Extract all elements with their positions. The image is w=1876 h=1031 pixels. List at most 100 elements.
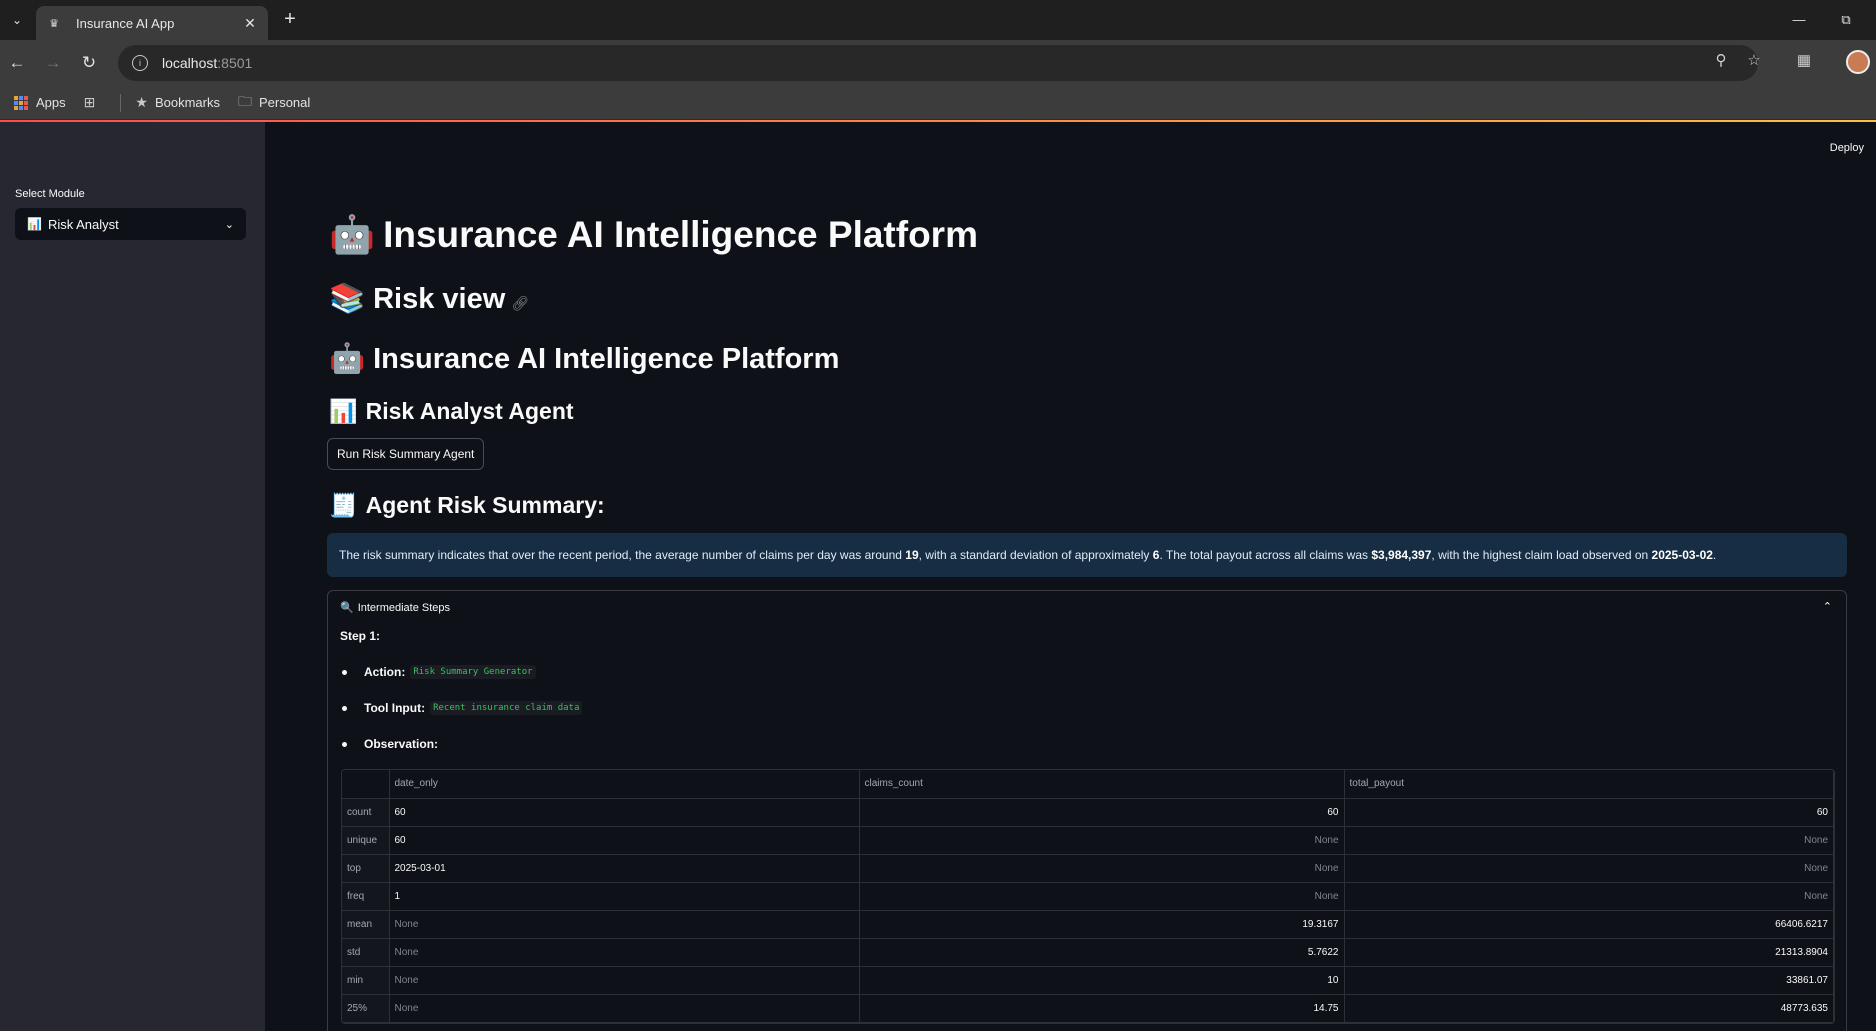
table-cell[interactable]: 66406.6217 bbox=[1344, 910, 1834, 939]
table-cell[interactable]: None bbox=[1344, 882, 1834, 911]
table-cell[interactable]: 1 bbox=[389, 882, 860, 911]
bullet-dot bbox=[342, 669, 347, 675]
bookmark-apps[interactable]: Apps bbox=[14, 95, 66, 110]
summary-text: . bbox=[1712, 548, 1717, 562]
site-info-icon[interactable]: i bbox=[132, 55, 148, 71]
table-row: min None 10 33861.07 bbox=[342, 966, 1834, 995]
expander-label: Intermediate Steps bbox=[357, 601, 451, 614]
star-icon: ★ bbox=[135, 94, 148, 110]
folder-icon: 🗀 bbox=[237, 92, 252, 109]
close-tab-icon[interactable]: ✕ bbox=[242, 15, 258, 32]
table-cell[interactable]: 33861.07 bbox=[1344, 966, 1834, 995]
table-cell[interactable]: 19.3167 bbox=[859, 910, 1345, 939]
tab-list-chevron-icon[interactable]: ⌄ bbox=[6, 9, 28, 31]
bookmark-bookmarks[interactable]: ★ Bookmarks bbox=[135, 94, 220, 111]
risk-view-heading: 📚 Risk view 🔗︎ bbox=[329, 282, 529, 316]
dataframe-table: date_only claims_count total_payout coun… bbox=[342, 770, 1834, 1023]
select-module-label: Select Module bbox=[15, 188, 85, 200]
observation-dataframe[interactable]: date_only claims_count total_payout coun… bbox=[341, 769, 1835, 1024]
url-host: localhost bbox=[162, 55, 218, 71]
column-header[interactable] bbox=[342, 770, 390, 799]
table-cell[interactable]: 60 bbox=[859, 798, 1345, 827]
table-cell[interactable]: 10 bbox=[859, 966, 1345, 995]
streamlit-favicon-icon: ♛ bbox=[49, 17, 59, 30]
table-cell[interactable]: 60 bbox=[389, 826, 860, 855]
column-header[interactable]: date_only bbox=[389, 770, 860, 799]
bookmark-personal[interactable]: 🗀 Personal bbox=[238, 91, 310, 115]
row-index-cell[interactable]: unique bbox=[342, 826, 390, 855]
table-cell[interactable]: 21313.8904 bbox=[1344, 938, 1834, 967]
action-value: Risk Summary Generator bbox=[410, 665, 536, 679]
chevron-down-icon: ⌄ bbox=[224, 218, 234, 231]
sidebar: Select Module 📊 Risk Analyst ⌄ bbox=[0, 122, 265, 1031]
table-cell[interactable]: None bbox=[859, 826, 1345, 855]
url-port: :8501 bbox=[217, 55, 253, 71]
row-index-cell[interactable]: count bbox=[342, 798, 390, 827]
expander-header[interactable]: 🔍 Intermediate Steps bbox=[340, 601, 451, 615]
browser-toolbar: ← → ↻ i localhost :8501 ⚲ ☆ ▦ bbox=[0, 40, 1876, 86]
profile-avatar[interactable] bbox=[1846, 50, 1870, 74]
table-cell[interactable]: None bbox=[1344, 854, 1834, 883]
table-cell[interactable]: 5.7622 bbox=[859, 938, 1345, 967]
agent-heading-text: Risk Analyst Agent bbox=[365, 398, 574, 424]
reload-icon[interactable]: ↻ bbox=[78, 52, 100, 74]
tab-groups-icon: ⊞ bbox=[83, 94, 96, 110]
action-item: Action: Risk Summary Generator bbox=[342, 665, 536, 679]
bookmark-apps-label: Apps bbox=[36, 95, 66, 110]
table-cell[interactable]: 48773.635 bbox=[1344, 994, 1834, 1023]
table-cell[interactable]: 60 bbox=[389, 798, 860, 827]
column-header[interactable]: total_payout bbox=[1344, 770, 1834, 799]
deploy-button[interactable]: Deploy bbox=[1830, 142, 1864, 154]
row-index-cell[interactable]: min bbox=[342, 966, 390, 995]
observation-label: Observation: bbox=[364, 737, 439, 751]
extensions-puzzle-icon[interactable]: ▦ bbox=[1793, 50, 1815, 72]
summary-text: , with the highest claim load observed o… bbox=[1431, 548, 1652, 562]
magnifier-icon: 🔍 bbox=[340, 602, 354, 614]
row-index-cell[interactable]: 25% bbox=[342, 994, 390, 1023]
books-emoji-icon: 📚 bbox=[329, 283, 366, 315]
row-index-cell[interactable]: std bbox=[342, 938, 390, 967]
table-row: 25% None 14.75 48773.635 bbox=[342, 994, 1834, 1023]
table-cell[interactable]: 2025-03-01 bbox=[389, 854, 860, 883]
table-row: std None 5.7622 21313.8904 bbox=[342, 938, 1834, 967]
table-cell[interactable]: 60 bbox=[1344, 798, 1834, 827]
bookmark-separator bbox=[120, 93, 122, 112]
table-cell[interactable]: None bbox=[389, 938, 860, 967]
platform-subtitle: 🤖 Insurance AI Intelligence Platform bbox=[329, 342, 839, 376]
table-cell[interactable]: None bbox=[859, 882, 1345, 911]
table-cell[interactable]: 14.75 bbox=[859, 994, 1345, 1023]
column-header[interactable]: claims_count bbox=[859, 770, 1345, 799]
table-cell[interactable]: None bbox=[389, 910, 860, 939]
agent-heading: 📊 Risk Analyst Agent bbox=[329, 398, 574, 425]
forward-arrow-icon[interactable]: → bbox=[42, 52, 64, 74]
tool-input-item: Tool Input: Recent insurance claim data bbox=[342, 701, 583, 715]
browser-tab[interactable]: ♛ Insurance AI App ✕ bbox=[36, 6, 268, 40]
restore-window-icon[interactable]: ⧉ bbox=[1834, 8, 1858, 32]
minimize-icon[interactable]: — bbox=[1787, 8, 1811, 32]
bookmark-bookmarks-label: Bookmarks bbox=[154, 95, 220, 110]
row-index-cell[interactable]: top bbox=[342, 854, 390, 883]
table-cell[interactable]: None bbox=[859, 854, 1345, 883]
summary-avg-claims: 19 bbox=[905, 548, 919, 562]
zoom-icon[interactable]: ⚲ bbox=[1710, 50, 1732, 72]
row-index-cell[interactable]: mean bbox=[342, 910, 390, 939]
table-row: mean None 19.3167 66406.6217 bbox=[342, 910, 1834, 939]
module-select-value: Risk Analyst bbox=[47, 216, 119, 232]
table-cell[interactable]: None bbox=[389, 966, 860, 995]
table-cell[interactable]: None bbox=[389, 994, 860, 1023]
bookmark-star-icon[interactable]: ☆ bbox=[1743, 50, 1765, 72]
table-body: count 60 60 60 unique 60 None None top 2025-03-01… bbox=[342, 798, 1834, 1023]
tab-groups-button[interactable]: ⊞ bbox=[84, 94, 103, 111]
module-select[interactable]: 📊 Risk Analyst ⌄ bbox=[15, 208, 246, 240]
back-arrow-icon[interactable]: ← bbox=[6, 52, 28, 74]
table-cell[interactable]: None bbox=[1344, 826, 1834, 855]
summary-text: The risk summary indicates that over the… bbox=[339, 548, 906, 562]
observation-item: Observation: bbox=[342, 737, 443, 751]
row-index-cell[interactable]: freq bbox=[342, 882, 390, 911]
new-tab-plus-icon[interactable]: + bbox=[279, 8, 301, 30]
chevron-up-icon[interactable]: ⌃ bbox=[1823, 600, 1832, 613]
address-bar[interactable]: i localhost :8501 bbox=[118, 45, 1758, 81]
page-title-text: Insurance AI Intelligence Platform bbox=[383, 214, 978, 255]
run-risk-summary-button[interactable]: Run Risk Summary Agent bbox=[327, 438, 485, 470]
anchor-link-icon[interactable]: 🔗︎ bbox=[511, 295, 529, 311]
